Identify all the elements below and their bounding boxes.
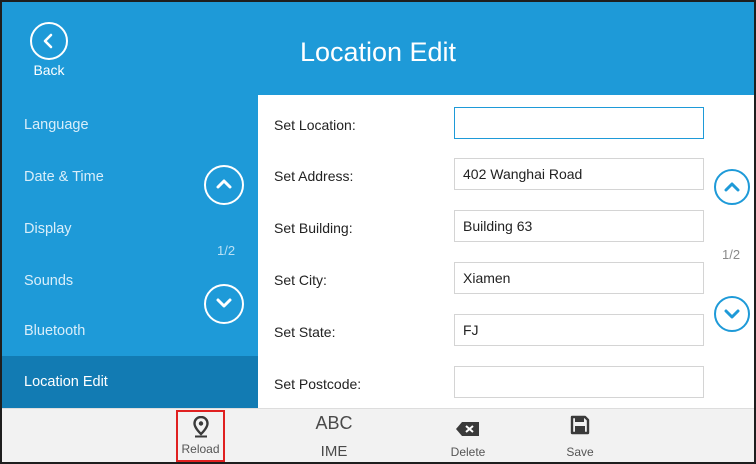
reload-label: Reload — [181, 442, 220, 456]
phone-screen: Location Edit Back Language Date & Time … — [0, 0, 756, 464]
ime-label: IME — [320, 443, 348, 460]
back-arrow-icon — [30, 22, 68, 60]
title-bar: Location Edit Back — [2, 2, 754, 95]
sidebar-page-up-button[interactable] — [204, 165, 244, 205]
set-city-field[interactable]: Xiamen — [454, 262, 704, 294]
chevron-up-icon — [724, 182, 740, 192]
set-location-label: Set Location: — [274, 117, 356, 133]
save-button[interactable]: Save — [530, 409, 630, 462]
form-page-up-button[interactable] — [714, 169, 750, 205]
set-postcode-label: Set Postcode: — [274, 376, 362, 392]
reload-button[interactable]: Reload — [176, 410, 225, 462]
set-city-label: Set City: — [274, 272, 327, 288]
set-postcode-field[interactable] — [454, 366, 704, 398]
sidebar-page-down-button[interactable] — [204, 284, 244, 324]
ime-mode-label: ABC — [315, 413, 353, 433]
location-form: Set Location: Set Address: 402 Wanghai R… — [258, 95, 708, 408]
form-page-indicator: 1/2 — [722, 247, 741, 262]
set-building-label: Set Building: — [274, 220, 353, 236]
sidebar-item-location-edit[interactable]: Location Edit — [2, 356, 258, 408]
delete-button[interactable]: Delete — [418, 409, 518, 462]
back-label: Back — [33, 62, 65, 78]
softkey-bar: Reload ABC IME Delete Save — [2, 408, 754, 462]
sidebar-item-language[interactable]: Language — [2, 99, 258, 151]
set-building-field[interactable]: Building 63 — [454, 210, 704, 242]
form-page-down-button[interactable] — [714, 296, 750, 332]
set-address-label: Set Address: — [274, 168, 354, 184]
chevron-down-icon — [216, 298, 232, 308]
backspace-icon — [456, 422, 479, 436]
page-title: Location Edit — [299, 37, 457, 67]
sidebar: Language Date & Time Display Sounds Blue… — [2, 95, 258, 408]
set-location-field[interactable] — [454, 107, 704, 139]
save-icon — [570, 415, 590, 435]
delete-label: Delete — [450, 445, 486, 459]
chevron-down-icon — [724, 309, 740, 319]
set-address-field[interactable]: 402 Wanghai Road — [454, 158, 704, 190]
back-button[interactable]: Back — [24, 20, 74, 92]
chevron-up-icon — [216, 179, 232, 189]
save-label: Save — [566, 445, 594, 459]
set-state-label: Set State: — [274, 324, 336, 340]
location-pin-icon — [192, 416, 209, 438]
set-state-field[interactable]: FJ — [454, 314, 704, 346]
ime-button[interactable]: ABC IME — [284, 409, 384, 462]
sidebar-page-indicator: 1/2 — [217, 243, 236, 258]
